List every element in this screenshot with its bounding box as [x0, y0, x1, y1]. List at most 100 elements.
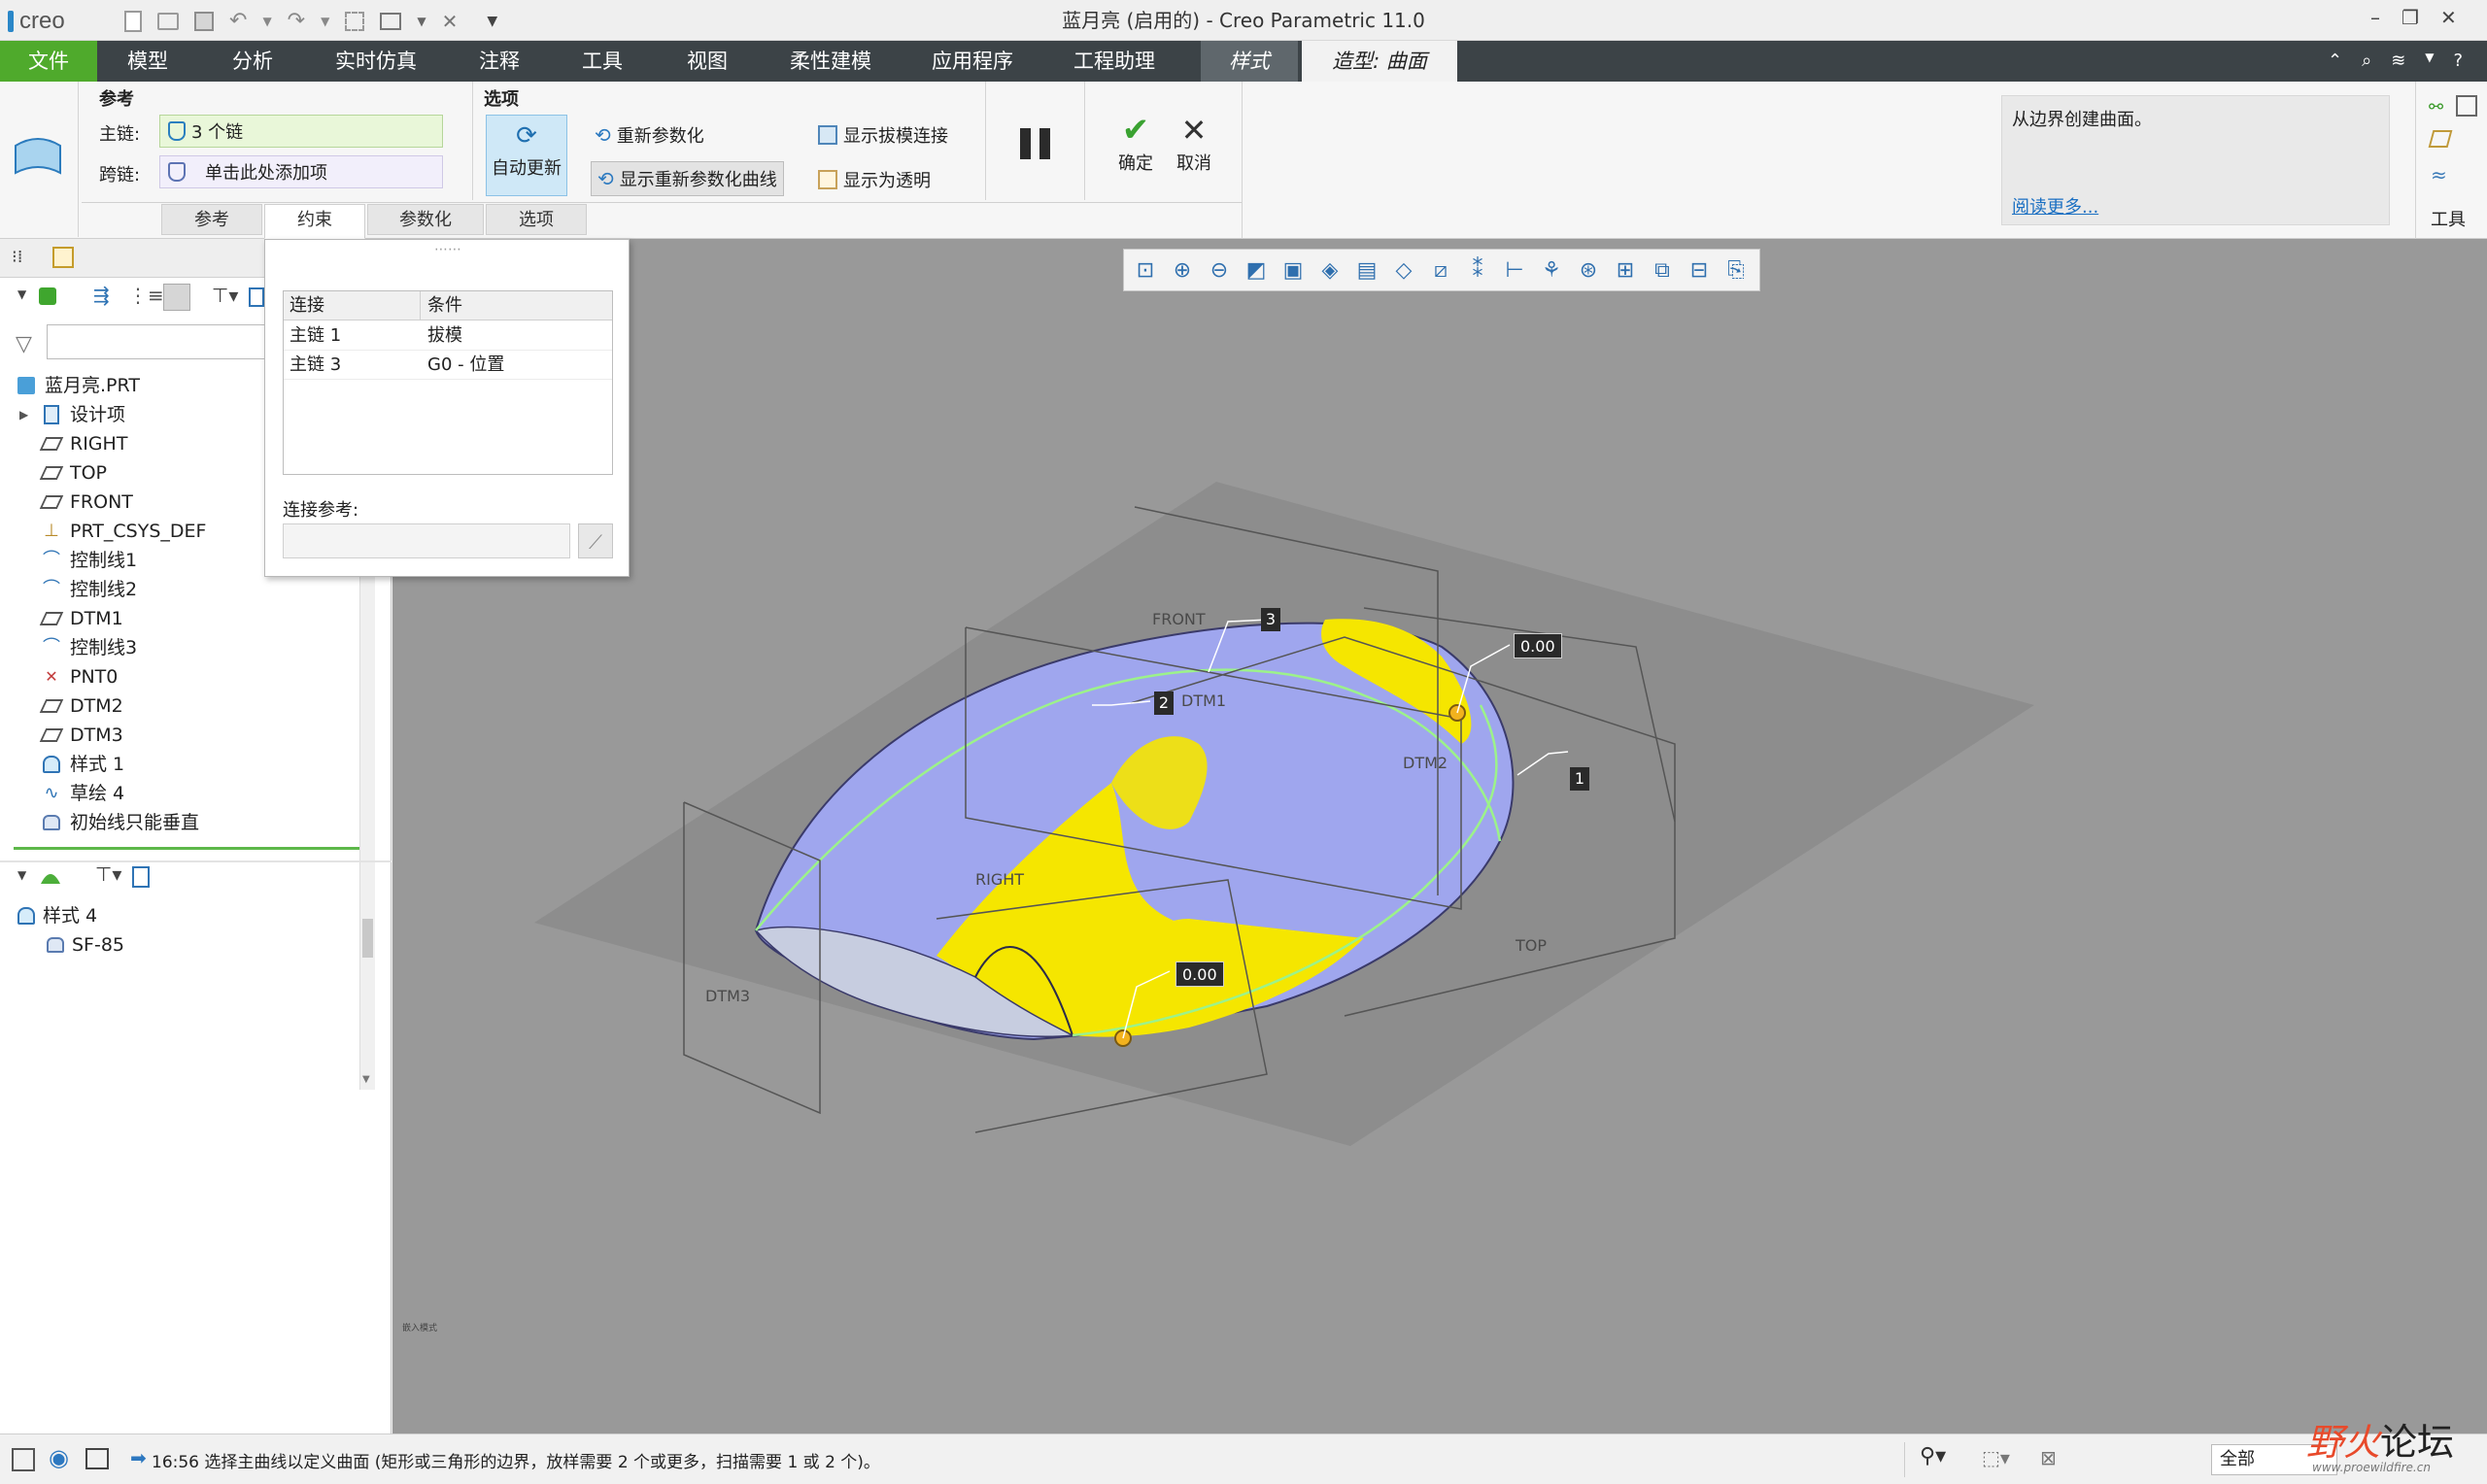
show-reparam-curves-button[interactable]: ⟲ 显示重新参数化曲线 [591, 161, 784, 196]
check-tool-icon[interactable] [2456, 95, 2477, 117]
menu-engineering-assistant[interactable]: 工程助理 [1059, 41, 1170, 82]
toggle-navigator-icon[interactable] [12, 1448, 35, 1471]
restore-icon[interactable]: ❐ [2402, 6, 2419, 29]
tab-references[interactable]: 参考 [161, 204, 262, 235]
plane-tool-icon[interactable] [2428, 130, 2453, 148]
close-icon[interactable]: ✕ [2440, 6, 2457, 29]
conn-ref-toggle-icon[interactable]: ⟋ [578, 523, 613, 558]
selection-filter-icon[interactable]: ⊠ [2040, 1446, 2057, 1469]
close-window-icon[interactable]: ✕ [442, 10, 459, 33]
tangency-value-back[interactable]: 0.00 [1514, 633, 1562, 658]
customize-toolbar-icon[interactable]: ▼ [487, 14, 497, 29]
selection-box-icon[interactable]: ⬚▾ [1982, 1446, 2010, 1469]
auto-update-button[interactable]: ⟳ 自动更新 [486, 115, 567, 196]
surface-tool-icon[interactable]: ≈ [2431, 163, 2447, 186]
menu-realtime-sim[interactable]: 实时仿真 [321, 41, 431, 82]
layers-icon[interactable]: ≋ [2391, 51, 2405, 71]
new-file-icon[interactable] [124, 10, 142, 32]
tree-item[interactable]: ⌒ 控制线3 [39, 633, 137, 662]
tree-item[interactable]: ⌒ 控制线1 [39, 546, 137, 575]
tree-item[interactable]: RIGHT [39, 429, 127, 458]
tree-item[interactable]: ∿ 草绘 4 [39, 779, 124, 808]
tree-settings-icon[interactable]: ⇶ [93, 284, 110, 307]
conn-ref-collector[interactable] [283, 523, 570, 558]
style-layer-icon[interactable] [132, 866, 150, 888]
graphics-viewport[interactable]: ⊡ ⊕ ⊖ ◩ ▣ ◈ ▤ ◇ ⧄ ⁑ ⊢ ⚘ ⊛ ⊞ ⧉ ⊟ ⎘ .vt{di… [392, 239, 2487, 1433]
tangency-value-front[interactable]: 0.00 [1175, 961, 1224, 987]
regenerate-icon[interactable] [345, 11, 365, 31]
collapse-ribbon-icon[interactable]: ⌃ [2328, 51, 2342, 71]
tree-item[interactable]: ▶ 设计项 [19, 400, 125, 429]
undo-dropdown-icon[interactable]: ▼ [262, 15, 271, 28]
scroll-down-icon[interactable]: ▼ [362, 1074, 370, 1085]
panel-grip-icon[interactable]: ⋯⋯ [265, 242, 630, 257]
tree-item[interactable]: 样式 1 [39, 750, 124, 779]
search-icon[interactable]: ⌕ [2362, 51, 2371, 71]
folder-browser-tab-icon[interactable] [52, 247, 74, 268]
table-row[interactable]: 主链 1 拔模 [284, 321, 612, 351]
menu-view[interactable]: 视图 [666, 41, 748, 82]
model-tree-tab-icon[interactable]: ⁝⁞ [12, 247, 22, 267]
reparam-button[interactable]: ⟲ 重新参数化 [595, 122, 704, 148]
settings-dropdown-icon[interactable]: ▼ [2425, 51, 2434, 71]
tree-item[interactable]: ✕ PNT0 [39, 662, 118, 691]
find-icon[interactable]: ⚲▾ [1920, 1444, 1946, 1468]
row-condition[interactable]: G0 - 位置 [427, 351, 504, 380]
pause-button[interactable] [1016, 124, 1055, 163]
primary-chain-collector[interactable]: 3 个链 [159, 115, 443, 148]
row-condition[interactable]: 拔模 [427, 321, 462, 351]
minimize-icon[interactable]: – [2370, 6, 2380, 29]
browser-icon[interactable]: ◉ [49, 1444, 69, 1471]
layer-tree-icon[interactable] [249, 287, 264, 307]
help-icon[interactable]: ? [2454, 51, 2464, 71]
style-filter-icon[interactable]: ⊤▾ [95, 862, 121, 886]
cross-chain-collector[interactable]: 单击此处添加项 [159, 155, 443, 188]
show-transparent-button[interactable]: 显示为透明 [818, 167, 931, 192]
menu-analysis[interactable]: 分析 [212, 41, 293, 82]
expand-arrow-icon[interactable]: ▶ [19, 400, 28, 429]
style-tree-item[interactable]: SF-85 [43, 930, 124, 960]
windows-icon[interactable] [380, 12, 402, 30]
chain-callout-1[interactable]: 1 [1570, 767, 1589, 791]
connector-tool-icon[interactable]: ⚯ [2429, 97, 2443, 118]
show-draft-connection-button[interactable]: 显示拔模连接 [818, 122, 948, 148]
expand-style-tree-icon[interactable]: ▼ [17, 868, 26, 882]
tree-item[interactable]: 初始线只能垂直 [39, 808, 199, 837]
redo-dropdown-icon[interactable]: ▼ [321, 15, 329, 28]
menu-annotate[interactable]: 注释 [459, 41, 540, 82]
menu-flexible-modeling[interactable]: 柔性建模 [777, 41, 884, 82]
tree-item[interactable]: DTM2 [39, 691, 123, 721]
tree-item[interactable]: TOP [39, 458, 107, 488]
show-icon[interactable]: ⋮≡ [128, 284, 164, 307]
undo-icon[interactable]: ↶ [229, 9, 247, 33]
tab-options[interactable]: 选项 [486, 204, 587, 235]
windows-dropdown-icon[interactable]: ▼ [417, 15, 426, 28]
chain-callout-2[interactable]: 2 [1154, 691, 1174, 715]
redo-icon[interactable]: ↷ [288, 9, 305, 33]
tree-search-input[interactable] [47, 324, 272, 359]
columns-icon[interactable] [163, 284, 190, 311]
chain-callout-3[interactable]: 3 [1261, 608, 1280, 631]
expand-tree-icon[interactable]: ▼ [17, 287, 26, 301]
tree-item[interactable]: ⌒ 控制线2 [39, 575, 137, 604]
tree-filter-icon[interactable]: ⊤▾ [212, 284, 238, 307]
tree-item[interactable]: 蓝月亮.PRT [14, 371, 140, 400]
menu-tools[interactable]: 工具 [562, 41, 643, 82]
help-read-more-link[interactable]: 阅读更多... [2012, 193, 2098, 219]
menu-style[interactable]: 样式 [1201, 41, 1298, 82]
full-screen-icon[interactable] [85, 1448, 109, 1469]
tree-item[interactable]: DTM1 [39, 604, 123, 633]
confirm-button[interactable]: ✔ 确定 [1109, 111, 1162, 175]
table-row[interactable]: 主链 3 G0 - 位置 [284, 351, 612, 380]
menu-style-surface[interactable]: 造型: 曲面 [1302, 41, 1457, 82]
style-tree-item[interactable]: 样式 4 [14, 901, 97, 930]
tab-constraints[interactable]: 约束 [264, 204, 365, 239]
menu-applications[interactable]: 应用程序 [917, 41, 1028, 82]
tree-item[interactable]: ⊥ PRT_CSYS_DEF [39, 517, 206, 546]
save-icon[interactable] [194, 11, 214, 31]
cancel-button[interactable]: ✕ 取消 [1168, 111, 1220, 175]
tree-item[interactable]: FRONT [39, 488, 133, 517]
open-file-icon[interactable] [157, 12, 179, 30]
menu-model[interactable]: 模型 [109, 41, 187, 82]
tab-parameterization[interactable]: 参数化 [367, 204, 484, 235]
